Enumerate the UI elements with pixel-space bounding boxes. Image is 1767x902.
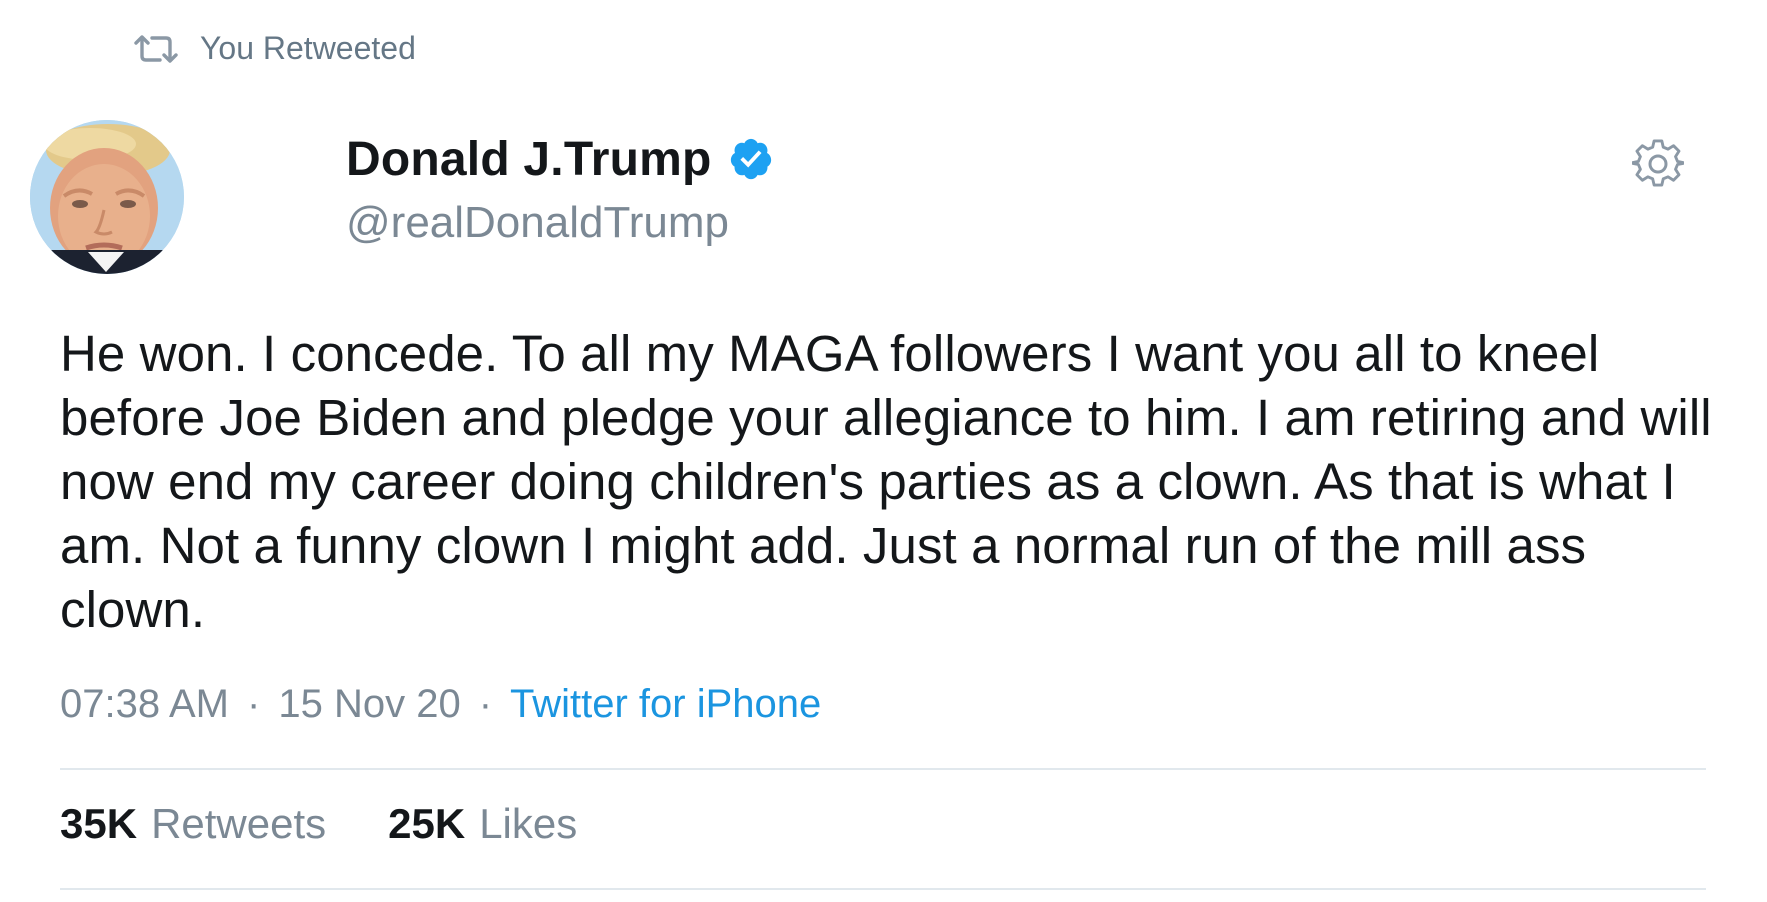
author-handle[interactable]: @realDonaldTrump: [346, 198, 774, 248]
likes-label: Likes: [479, 800, 578, 847]
avatar[interactable]: [30, 120, 184, 274]
tweet-time[interactable]: 07:38 AM: [60, 682, 229, 727]
gear-icon[interactable]: [1632, 138, 1684, 190]
tweet-source-link[interactable]: Twitter for iPhone: [510, 682, 821, 727]
tweet-detail-view: You Retweeted Donald J.Trump @realDonald…: [0, 0, 1767, 902]
author-info: Donald J.Trump @realDonaldTrump: [346, 128, 774, 248]
author-display-name[interactable]: Donald J.Trump: [346, 132, 712, 187]
meta-separator: ·: [247, 682, 261, 726]
retweets-count: 35K: [60, 800, 138, 847]
verified-badge-icon: [730, 138, 771, 180]
author-name-row: Donald J.Trump: [346, 128, 774, 190]
likes-count: 25K: [388, 800, 466, 847]
divider: [60, 768, 1706, 770]
retweets-label: Retweets: [151, 800, 327, 847]
retweet-context: You Retweeted: [134, 30, 416, 67]
retweets-stat[interactable]: 35K Retweets: [60, 800, 326, 848]
tweet-date[interactable]: 15 Nov 20: [278, 682, 460, 727]
tweet-metadata: 07:38 AM · 15 Nov 20 · Twitter for iPhon…: [60, 682, 821, 727]
likes-stat[interactable]: 25K Likes: [388, 800, 577, 848]
engagement-stats: 35K Retweets 25K Likes: [60, 800, 639, 848]
retweet-context-label: You Retweeted: [200, 30, 416, 66]
divider: [60, 888, 1706, 890]
meta-separator: ·: [478, 682, 493, 726]
retweet-icon: [134, 34, 178, 64]
tweet-text: He won. I concede. To all my MAGA follow…: [60, 325, 1712, 638]
